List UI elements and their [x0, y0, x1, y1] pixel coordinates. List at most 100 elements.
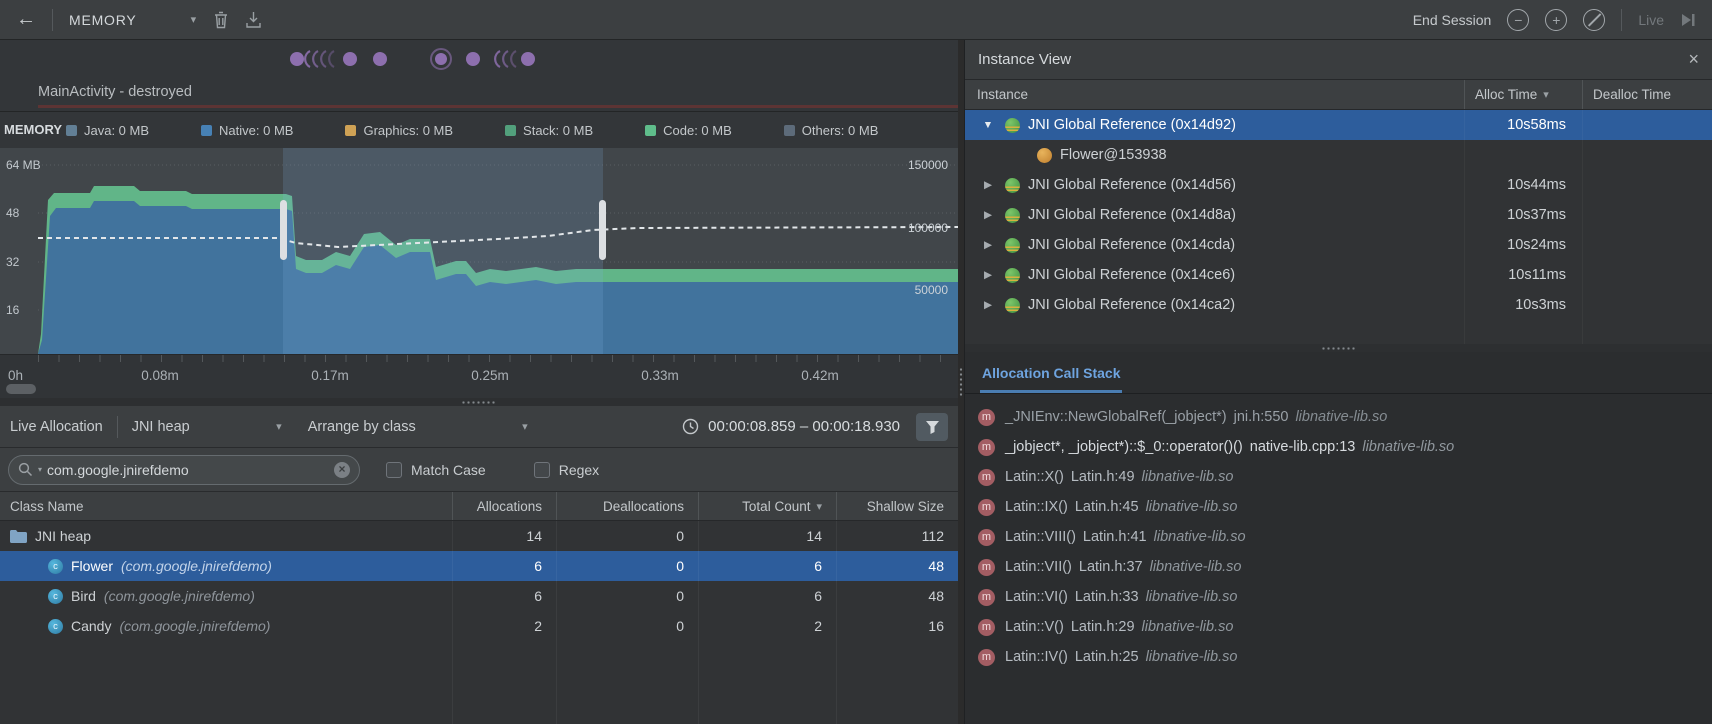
column-class-name[interactable]: Class Name — [0, 492, 452, 520]
expand-icon[interactable]: ▶ — [979, 239, 997, 251]
table-row-jni-heap[interactable]: JNI heap 14 0 14 112 — [0, 521, 958, 551]
time-selection-region[interactable] — [283, 148, 603, 354]
column-total-count[interactable]: Total Count▾ — [698, 492, 836, 520]
reset-zoom-button[interactable] — [1583, 9, 1605, 31]
legend-label: Java: 0 MB — [84, 123, 149, 138]
alloc-time-value: 10s11ms — [1464, 260, 1582, 290]
instance-row[interactable]: ▶ JNI Global Reference (0x14d8a) 10s37ms — [965, 200, 1712, 230]
table-row-bird[interactable]: c Bird (com.google.jnirefdemo) 6 0 6 48 — [0, 581, 958, 611]
export-session-button[interactable] — [245, 11, 262, 29]
stack-frame[interactable]: m _jobject*, _jobject*)::$_0::operator()… — [965, 432, 1712, 462]
timeline-scrollbar[interactable] — [6, 384, 36, 394]
frame-location: Latin.h:33 — [1075, 589, 1139, 605]
activity-label: MainActivity - destroyed — [38, 84, 192, 100]
table-row-candy[interactable]: c Candy (com.google.jnirefdemo) 2 0 2 16 — [0, 611, 958, 641]
activity-track: MainActivity - destroyed — [0, 78, 958, 112]
column-dealloc-time[interactable]: Dealloc Time — [1582, 80, 1712, 109]
method-icon: m — [978, 559, 995, 576]
clock-icon — [682, 418, 699, 435]
y-axis-label: 64 MB — [6, 158, 41, 172]
toolbar-separator — [52, 9, 53, 31]
splitter-grip — [461, 400, 497, 405]
class-package: (com.google.jnirefdemo) — [121, 558, 272, 574]
column-allocations[interactable]: Allocations — [452, 492, 556, 520]
regex-label: Regex — [559, 462, 599, 478]
regex-option[interactable]: Regex — [534, 462, 599, 478]
horizontal-splitter[interactable] — [965, 344, 1712, 352]
instance-row[interactable]: ▼ JNI Global Reference (0x14d92) 10s58ms — [965, 110, 1712, 140]
expand-icon[interactable]: ▶ — [979, 299, 997, 311]
frame-location: Latin.h:37 — [1079, 559, 1143, 575]
close-icon[interactable]: × — [1688, 49, 1699, 70]
stack-frame[interactable]: m Latin::VIII() Latin.h:41 libnative-lib… — [965, 522, 1712, 552]
search-options-caret[interactable]: ▾ — [38, 465, 42, 474]
session-selector[interactable]: MEMORY ▾ — [69, 12, 197, 28]
legend-items: Java: 0 MB Native: 0 MB Graphics: 0 MB S… — [66, 123, 878, 138]
instance-row[interactable]: ▶ JNI Global Reference (0x14ce6) 10s11ms — [965, 260, 1712, 290]
column-shallow-size[interactable]: Shallow Size — [836, 492, 958, 520]
selection-left-handle[interactable] — [280, 200, 287, 260]
expand-icon[interactable]: ▶ — [979, 179, 997, 191]
collapse-icon[interactable]: ▼ — [979, 119, 997, 131]
stack-frame[interactable]: m Latin::IX() Latin.h:45 libnative-lib.s… — [965, 492, 1712, 522]
instance-row[interactable]: ▶ JNI Global Reference (0x14cda) 10s24ms — [965, 230, 1712, 260]
arrange-selector[interactable]: Arrange by class ▾ — [308, 419, 528, 435]
jni-ref-icon — [1005, 298, 1020, 313]
heap-selector[interactable]: JNI heap ▾ — [132, 419, 282, 435]
selection-right-handle[interactable] — [599, 200, 606, 260]
filter-button[interactable] — [916, 413, 948, 441]
stack-frame[interactable]: m Latin::IV() Latin.h:25 libnative-lib.s… — [965, 642, 1712, 672]
stack-frame[interactable]: m Latin::V() Latin.h:29 libnative-lib.so — [965, 612, 1712, 642]
memory-chart[interactable]: 64 MB 48 32 16 150000 100000 50000 — [0, 148, 958, 354]
frame-library: libnative-lib.so — [1146, 589, 1238, 605]
stack-frame[interactable]: m Latin::VII() Latin.h:37 libnative-lib.… — [965, 552, 1712, 582]
clear-search-button[interactable]: × — [334, 462, 350, 478]
live-button[interactable]: Live — [1638, 12, 1664, 28]
delete-session-button[interactable] — [213, 11, 229, 29]
class-name: Bird — [71, 588, 96, 604]
legend-others: Others: 0 MB — [784, 123, 879, 138]
class-icon: c — [48, 619, 63, 634]
dealloc-time-value — [1582, 290, 1712, 320]
selected-time-range: 00:00:08.859 – 00:00:18.930 — [708, 418, 900, 435]
class-icon: c — [48, 589, 63, 604]
method-icon: m — [978, 469, 995, 486]
instance-child-row[interactable]: Flower@153938 — [965, 140, 1712, 170]
expand-icon[interactable]: ▶ — [979, 269, 997, 281]
regex-checkbox[interactable] — [534, 462, 550, 478]
horizontal-splitter[interactable] — [0, 398, 958, 406]
end-session-button[interactable]: End Session — [1413, 12, 1492, 28]
instance-name: Flower@153938 — [1060, 147, 1167, 163]
minus-icon: − — [1514, 12, 1522, 28]
back-button[interactable]: ← — [16, 8, 36, 31]
stack-frame[interactable]: m Latin::VI() Latin.h:33 libnative-lib.s… — [965, 582, 1712, 612]
instance-row[interactable]: ▶ JNI Global Reference (0x14d56) 10s44ms — [965, 170, 1712, 200]
expand-icon[interactable]: ▶ — [979, 209, 997, 221]
column-alloc-time[interactable]: Alloc Time▾ — [1464, 80, 1582, 109]
column-deallocations[interactable]: Deallocations — [556, 492, 698, 520]
zoom-out-button[interactable]: − — [1507, 9, 1529, 31]
instance-row[interactable]: ▶ JNI Global Reference (0x14ca2) 10s3ms — [965, 290, 1712, 320]
match-case-option[interactable]: Match Case — [386, 462, 486, 478]
stack-frame[interactable]: m _JNIEnv::NewGlobalRef(_jobject*) jni.h… — [965, 402, 1712, 432]
dealloc-time-value — [1582, 230, 1712, 260]
zoom-in-button[interactable]: + — [1545, 9, 1567, 31]
tab-allocation-call-stack[interactable]: Allocation Call Stack — [980, 365, 1122, 393]
stack-frame[interactable]: m Latin::X() Latin.h:49 libnative-lib.so — [965, 462, 1712, 492]
search-input[interactable] — [47, 462, 329, 478]
column-label: Allocations — [477, 499, 542, 514]
class-name: Candy — [71, 618, 111, 634]
match-case-checkbox[interactable] — [386, 462, 402, 478]
table-row-flower[interactable]: c Flower (com.google.jnirefdemo) 6 0 6 4… — [0, 551, 958, 581]
method-icon: m — [978, 409, 995, 426]
x-tick-label: 0.25m — [471, 368, 509, 383]
search-field[interactable]: ▾ × — [8, 455, 360, 485]
frame-signature: Latin::IV() — [1005, 649, 1068, 665]
callstack-tab-bar: Allocation Call Stack — [965, 352, 1712, 394]
method-icon: m — [978, 439, 995, 456]
frame-location: Latin.h:41 — [1083, 529, 1147, 545]
column-instance[interactable]: Instance — [965, 80, 1464, 109]
total-count-value: 6 — [698, 551, 836, 581]
toolbar-separator — [1621, 9, 1622, 31]
skip-to-end-button[interactable] — [1680, 13, 1696, 27]
